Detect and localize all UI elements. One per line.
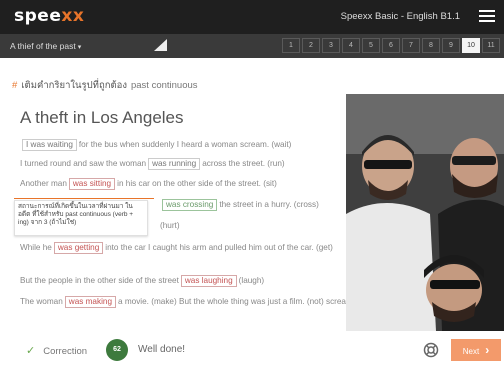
logo-accent: xx — [61, 6, 85, 26]
correction-label: Correction — [43, 346, 88, 357]
hamburger-menu-icon[interactable] — [479, 10, 495, 23]
help-lifebuoy-icon[interactable] — [423, 342, 439, 358]
hint-underline — [14, 198, 154, 199]
page-tab-11[interactable]: 11 — [482, 38, 500, 53]
sentence-7: The woman was making a movie. (make) But t… — [20, 296, 355, 308]
exercise-instruction: # เติมคำกริยาในรูปที่ถูกต้อง past continuo… — [12, 78, 198, 93]
page-tab-8[interactable]: 8 — [422, 38, 440, 53]
answer-blank-6[interactable]: was laughing — [180, 275, 237, 287]
chevron-down-icon: ▾ — [77, 44, 82, 51]
instruction-topic: past continuous — [130, 80, 198, 91]
sentence-text: But the people in the other side of the … — [20, 276, 179, 285]
page-tab-3[interactable]: 3 — [322, 38, 340, 53]
hash-icon: # — [12, 80, 18, 91]
check-icon: ✓ — [26, 345, 36, 357]
sentence-4-tail: (hurt) — [160, 221, 180, 230]
page-tab-5[interactable]: 5 — [362, 38, 380, 53]
answer-blank-5[interactable]: was getting — [53, 242, 104, 254]
page-tab-2[interactable]: 2 — [302, 38, 320, 53]
sentence-text: I turned round and saw the woman — [20, 159, 147, 168]
instruction-thai: เติมคำกริยาในรูปที่ถูกต้อง — [21, 80, 127, 91]
exercise-title: A theft in Los Angeles — [20, 108, 184, 127]
sentence-text: in his car on the other side of the stre… — [117, 179, 277, 188]
next-label: Next — [462, 347, 480, 356]
sentence-text: for the bus when suddenly I heard a woma… — [78, 140, 292, 149]
answer-blank-1[interactable]: I was waiting — [22, 139, 77, 151]
exercise-photo — [346, 94, 504, 331]
page-tab-1[interactable]: 1 — [282, 38, 300, 53]
sentence-text: Another man — [20, 179, 67, 188]
page-tabs: 1 2 3 4 5 6 7 8 9 10 11 — [280, 38, 500, 53]
bottom-bar: ✓ Correction 62 Well done! Next › — [0, 336, 504, 371]
speexx-logo: speexx — [14, 6, 84, 26]
photo-illustration — [346, 94, 504, 331]
sentence-text: across the street. (run) — [202, 159, 285, 168]
sentence-text: While he — [20, 243, 52, 252]
sentence-text: (laugh) — [238, 276, 265, 285]
volume-icon[interactable] — [154, 39, 167, 51]
sentence-4: was crossing the street in a hurry. (cros… — [160, 199, 319, 211]
next-button[interactable]: Next › — [451, 339, 501, 361]
sentence-6: But the people in the other side of the … — [20, 275, 264, 287]
sentence-5: While he was getting into the car I caught… — [20, 242, 333, 254]
page-tab-4[interactable]: 4 — [342, 38, 360, 53]
score-badge: 62 — [106, 339, 128, 361]
feedback-message: Well done! — [138, 344, 186, 355]
top-bar: speexx Speexx Basic - English B1.1 — [0, 0, 504, 34]
page-tab-9[interactable]: 9 — [442, 38, 460, 53]
sentence-3: Another man was sitting in his car on the … — [20, 178, 277, 190]
lesson-dropdown[interactable]: A thief of the past ▾ — [10, 41, 81, 51]
sentence-text: The woman — [20, 297, 63, 306]
logo-text: spee — [14, 6, 62, 26]
sentence-text: the street in a hurry. (cross) — [219, 200, 319, 209]
page-tab-7[interactable]: 7 — [402, 38, 420, 53]
lesson-title: A thief of the past — [10, 41, 76, 51]
sentence-text: into the car I caught his arm and pulled… — [105, 243, 333, 252]
correction-toggle[interactable]: ✓ Correction — [26, 344, 87, 357]
hint-tooltip: สถานะการณ์ที่เกิดขึ้นในเวลาที่ผ่านมา ในอ… — [14, 200, 148, 236]
answer-blank-2[interactable]: was running — [148, 158, 201, 170]
chevron-right-icon: › — [485, 343, 490, 357]
answer-blank-7[interactable]: was making — [64, 296, 117, 308]
sentence-1: I was waiting for the bus when suddenly I… — [20, 139, 291, 151]
page-tab-10[interactable]: 10 — [462, 38, 480, 53]
course-title: Speexx Basic - English B1.1 — [340, 11, 460, 22]
answer-blank-3[interactable]: was sitting — [68, 178, 116, 190]
sentence-2: I turned round and saw the woman was runn… — [20, 158, 285, 170]
answer-blank-4[interactable]: was crossing — [162, 199, 218, 211]
lesson-nav-bar: A thief of the past ▾ 1 2 3 4 5 6 7 8 9 10 11 — [0, 34, 504, 58]
sentence-text: a movie. (make) But the whole thing was … — [118, 297, 356, 306]
page-tab-6[interactable]: 6 — [382, 38, 400, 53]
